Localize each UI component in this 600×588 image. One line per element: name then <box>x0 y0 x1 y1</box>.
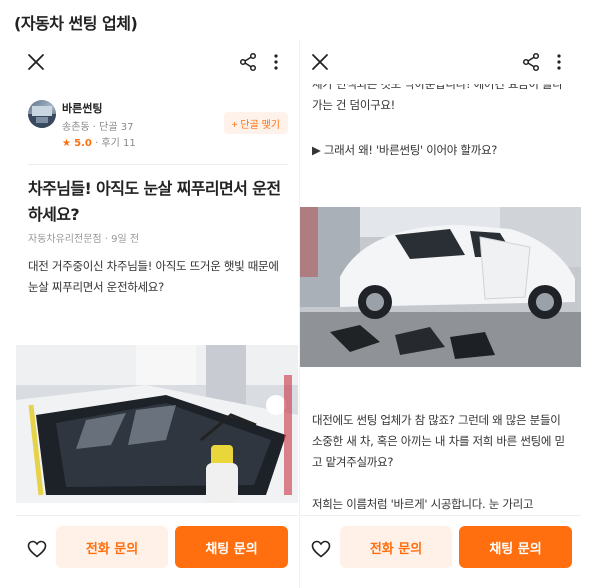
post-text-question: ▶ 그래서 왜! '바른썬팅' 이어야 할까요? <box>312 143 498 157</box>
post-meta: 자동차유리전문점 · 9일 전 <box>28 234 140 245</box>
more-vertical-icon[interactable] <box>547 50 571 74</box>
caption: (자동차 썬팅 업체) <box>14 14 138 33</box>
heart-icon[interactable] <box>310 538 332 560</box>
close-icon[interactable] <box>308 50 332 74</box>
seller-info[interactable]: 바른썬팅 송촌동 · 단골 37 ★ 5.0 · 후기 11 + 단골 맺기 <box>28 98 288 152</box>
bottom-action-bar: 전화 문의 채팅 문의 <box>16 515 298 588</box>
call-inquiry-button[interactable]: 전화 문의 <box>56 526 168 568</box>
seller-rating: ★ 5.0 · 후기 11 <box>62 134 136 149</box>
add-regular-button[interactable]: + 단골 맺기 <box>223 112 288 134</box>
post-photo-car <box>300 207 581 367</box>
share-icon[interactable] <box>236 50 260 74</box>
call-inquiry-button[interactable]: 전화 문의 <box>340 526 452 568</box>
top-bar <box>16 40 298 84</box>
share-icon[interactable] <box>519 50 543 74</box>
right-screen: 세가 면색되는 것도 막아준답니다! 에어컨 요금이 올라가는 건 덤이구요! … <box>299 40 581 588</box>
post-title: 차주님들! 아직도 눈살 찌푸리면서 운전하세요? <box>28 179 281 224</box>
star-icon: ★ <box>62 138 71 149</box>
review-count: · 후기 11 <box>95 138 136 149</box>
more-vertical-icon[interactable] <box>264 50 288 74</box>
seller-name: 바른썬팅 <box>62 102 103 115</box>
chat-inquiry-button[interactable]: 채팅 문의 <box>459 526 572 568</box>
rating-score: 5.0 <box>74 138 92 149</box>
seller-meta: 송촌동 · 단골 37 <box>62 122 134 133</box>
chat-inquiry-button[interactable]: 채팅 문의 <box>175 526 288 568</box>
bottom-action-bar: 전화 문의 채팅 문의 <box>300 515 581 588</box>
heart-icon[interactable] <box>26 538 48 560</box>
post-photo-windshield <box>16 345 298 503</box>
close-icon[interactable] <box>24 50 48 74</box>
top-bar <box>300 40 581 84</box>
left-screen: 바른썬팅 송촌동 · 단골 37 ★ 5.0 · 후기 11 + 단골 맺기 차… <box>16 40 298 588</box>
divider <box>28 164 288 165</box>
post-intro: 대전 거주중이신 차주님들! 아직도 뜨거운 햇빛 때문에 눈살 찌푸리면서 운… <box>28 259 279 294</box>
post-text-paragraph2: 저희는 이름처럼 '바르게' 시공합니다. 눈 가리고 <box>312 497 534 511</box>
avatar <box>28 100 56 128</box>
post-text-paragraph1: 대전에도 썬팅 업체가 참 많죠? 그런데 왜 많은 분들이 소중한 새 차, … <box>312 413 565 469</box>
